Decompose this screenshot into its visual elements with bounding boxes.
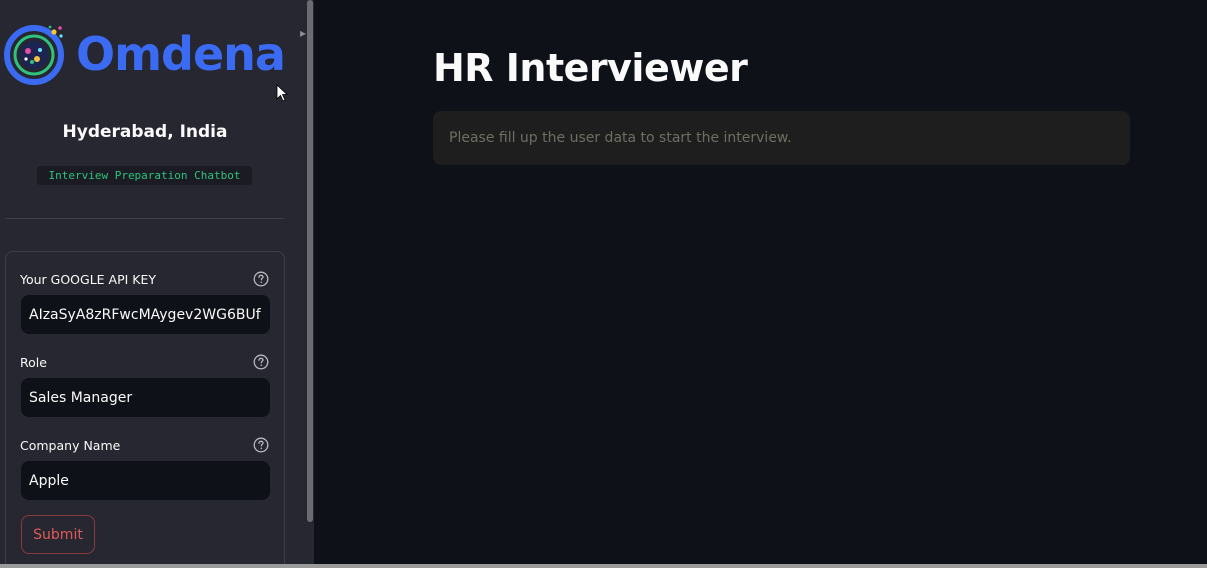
info-message-box: Please fill up the user data to start th… [433, 111, 1130, 165]
chevron-icon[interactable]: ▸ [300, 26, 314, 44]
company-name-input[interactable] [21, 461, 270, 500]
page-title: HR Interviewer [433, 46, 748, 90]
api-key-label: Your GOOGLE API KEY [20, 272, 157, 287]
omdena-logo-icon [4, 25, 64, 85]
question-circle-icon[interactable] [253, 354, 269, 370]
role-input[interactable] [21, 378, 270, 417]
api-key-input[interactable] [21, 295, 270, 334]
question-circle-icon[interactable] [253, 271, 269, 287]
role-label: Role [20, 355, 47, 370]
brand-logo: Omdena [4, 22, 289, 86]
sidebar-divider [5, 218, 284, 219]
mouse-pointer-icon [276, 84, 288, 102]
tagline-code-badge: Interview Preparation Chatbot [37, 166, 252, 185]
user-data-form: Your GOOGLE API KEY Role Company Name [5, 251, 285, 568]
app-window: Omdena Hyderabad, India Interview Prepar… [0, 0, 1207, 568]
window-bottom-bar [0, 564, 1207, 568]
company-name-label: Company Name [20, 438, 121, 453]
brand-name: Omdena [76, 27, 286, 81]
sidebar-scrollbar[interactable] [307, 0, 313, 522]
sidebar: Omdena Hyderabad, India Interview Prepar… [0, 0, 314, 568]
question-circle-icon[interactable] [253, 437, 269, 453]
submit-button[interactable]: Submit [21, 515, 95, 554]
location-heading: Hyderabad, India [62, 122, 228, 142]
